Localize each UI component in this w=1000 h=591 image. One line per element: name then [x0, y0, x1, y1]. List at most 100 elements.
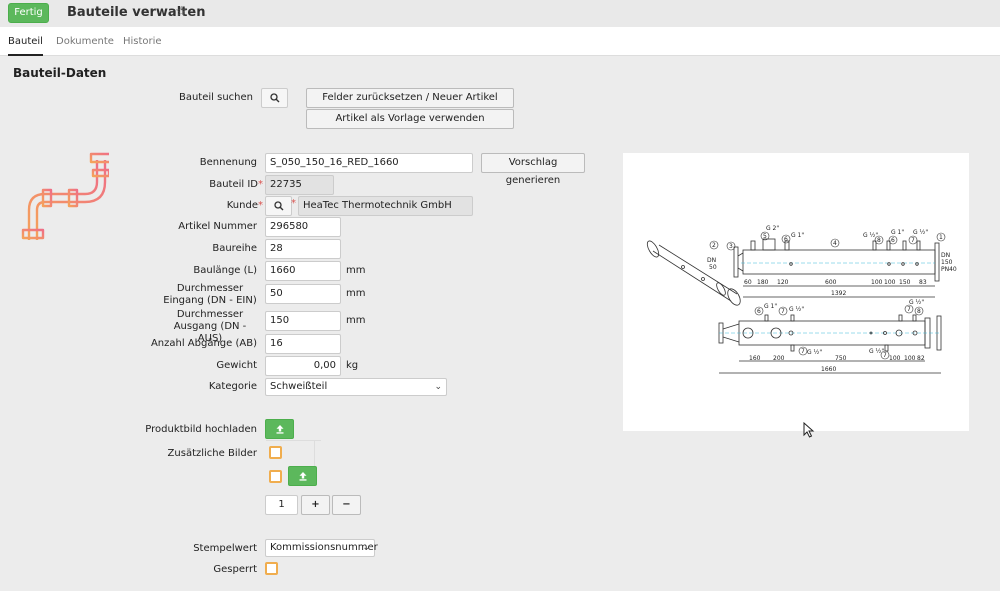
labels-top: G 2"G 1" G ½" G 1" G ½" DN50 DN150PN40 — [707, 225, 957, 273]
svg-text:600: 600 — [825, 279, 837, 286]
svg-text:50: 50 — [709, 264, 717, 271]
kategorie-select[interactable]: Schweißteil ⌄ — [265, 378, 447, 396]
svg-text:6: 6 — [891, 237, 895, 244]
svg-text:5: 5 — [763, 233, 767, 240]
stempelwert-select[interactable]: Kommissionsnummer ⌄ — [265, 539, 378, 557]
dn-ein-label: Durchmesser Eingang (DN - EIN) — [163, 283, 257, 306]
kunde-field: HeaTec Thermotechnik GmbH — [298, 196, 473, 216]
tab-historie[interactable]: Historie — [123, 27, 162, 56]
kategorie-label: Kategorie — [208, 381, 257, 392]
svg-text:7: 7 — [907, 306, 911, 313]
search-button[interactable] — [261, 88, 288, 108]
dimensions-top: 60 180 120 600 100 100 150 83 1392 — [744, 279, 927, 297]
svg-text:DN: DN — [707, 257, 716, 264]
svg-text:150: 150 — [899, 279, 911, 286]
upload-extra-image-button[interactable] — [288, 466, 317, 486]
svg-text:7: 7 — [781, 308, 785, 315]
svg-text:160: 160 — [749, 355, 761, 362]
svg-text:7: 7 — [911, 237, 915, 244]
product-drawing: 235 648 671 G 2" G 1" G ½" G 1" G ½" DN 50 D… — [623, 153, 969, 431]
produktbild-label: Produktbild hochladen — [145, 424, 257, 435]
svg-text:3: 3 — [729, 243, 733, 250]
svg-text:2: 2 — [712, 242, 716, 249]
divider — [266, 440, 321, 441]
tab-dokumente[interactable]: Dokumente — [56, 27, 114, 56]
artikel-nummer-label: Artikel Nummer — [178, 221, 257, 232]
use-as-template-button[interactable]: Artikel als Vorlage verwenden — [306, 109, 514, 129]
bauteil-id-label: Bauteil ID* — [209, 179, 263, 190]
zusaetzliche-bilder-label: Zusätzliche Bilder — [167, 448, 257, 459]
svg-text:750: 750 — [835, 355, 847, 362]
svg-text:8: 8 — [917, 308, 921, 315]
tab-bauteil[interactable]: Bauteil — [8, 27, 43, 56]
svg-text:100: 100 — [904, 355, 916, 362]
pipe-bottom-view — [718, 314, 942, 374]
kunde-label: Kunde* — [226, 200, 263, 211]
baulaenge-label: Baulänge (L) — [193, 265, 257, 276]
required-mark: * — [258, 179, 263, 190]
kategorie-value: Schweißteil — [270, 381, 328, 392]
chevron-down-icon: ⌄ — [434, 382, 442, 392]
mouse-cursor-icon — [803, 422, 815, 438]
done-button[interactable]: Fertig — [8, 3, 49, 23]
tab-bar: Bauteil Dokumente Historie — [0, 27, 1000, 56]
baulaenge-field[interactable]: 1660 — [265, 261, 341, 281]
svg-text:G ½": G ½" — [913, 229, 928, 236]
labels-bottom: G 1" G ½" G ½" G ½" G ½" — [764, 299, 924, 356]
gesperrt-checkbox[interactable] — [265, 562, 278, 575]
search-icon — [269, 93, 279, 103]
increment-button[interactable]: + — [301, 495, 330, 515]
baulaenge-unit: mm — [346, 265, 366, 276]
extra-image-checkbox[interactable] — [269, 470, 282, 483]
baureihe-field[interactable]: 28 — [265, 239, 341, 259]
svg-text:G 2": G 2" — [766, 225, 779, 232]
bennenung-field[interactable]: S_050_150_16_RED_1660 — [265, 153, 473, 173]
star-icon[interactable]: ☆ — [175, 4, 188, 20]
svg-text:82: 82 — [917, 355, 925, 362]
svg-text:100: 100 — [884, 279, 896, 286]
bennenung-label: Bennenung — [199, 157, 257, 168]
bauteil-id-field: 22735 — [265, 175, 334, 195]
svg-text:83: 83 — [919, 279, 927, 286]
svg-text:6: 6 — [784, 236, 788, 243]
zusaetzliche-bilder-checkbox[interactable] — [269, 446, 282, 459]
stempelwert-label: Stempelwert — [193, 543, 257, 554]
svg-text:G ½": G ½" — [807, 349, 822, 356]
pipe-logo-icon — [21, 152, 109, 240]
baureihe-label: Baureihe — [212, 243, 257, 254]
dn-aus-field[interactable]: 150 — [265, 311, 341, 331]
svg-text:G ½": G ½" — [863, 232, 878, 239]
technical-drawing: 2 35 64 8 671 G 2"G 1" G ½" G 1" G ½" DN50 D… — [646, 225, 957, 374]
balloon-numbers-top: 2 35 64 8 671 — [712, 233, 943, 250]
upload-icon — [299, 472, 306, 481]
svg-text:G ½": G ½" — [869, 348, 884, 355]
svg-text:120: 120 — [777, 279, 789, 286]
gesperrt-label: Gesperrt — [213, 564, 257, 575]
dimensions-bottom: 160 200 750 100 100 82 1660 — [749, 355, 925, 373]
image-count-field[interactable]: 1 — [265, 495, 298, 515]
search-icon — [273, 201, 283, 211]
abgaenge-field[interactable]: 16 — [265, 334, 341, 354]
svg-text:G 1": G 1" — [791, 232, 804, 239]
search-label: Bauteil suchen — [178, 92, 253, 103]
artikel-nummer-field[interactable]: 296580 — [265, 217, 341, 237]
decrement-button[interactable]: − — [332, 495, 361, 515]
svg-text:G 1": G 1" — [764, 303, 777, 310]
pipe-top-view — [733, 238, 940, 298]
svg-text:180: 180 — [757, 279, 769, 286]
suggest-button[interactable]: Vorschlag generieren — [481, 153, 585, 186]
svg-text:G ½": G ½" — [789, 306, 804, 313]
upload-product-image-button[interactable] — [265, 419, 294, 439]
svg-text:7: 7 — [801, 348, 805, 355]
abgaenge-label: Anzahl Abgänge (AB) — [150, 338, 257, 349]
kunde-search-button[interactable] — [265, 196, 292, 216]
dn-ein-unit: mm — [346, 288, 366, 299]
gewicht-field[interactable]: 0,00 — [265, 356, 341, 376]
svg-text:200: 200 — [773, 355, 785, 362]
dn-ein-field[interactable]: 50 — [265, 284, 341, 304]
top-bar: Fertig Bauteile verwalten ☆ — [0, 0, 1000, 27]
reset-new-article-button[interactable]: Felder zurücksetzen / Neuer Artikel — [306, 88, 514, 108]
dn-aus-unit: mm — [346, 315, 366, 326]
svg-text:6: 6 — [757, 308, 761, 315]
svg-text:G ½": G ½" — [909, 299, 924, 306]
